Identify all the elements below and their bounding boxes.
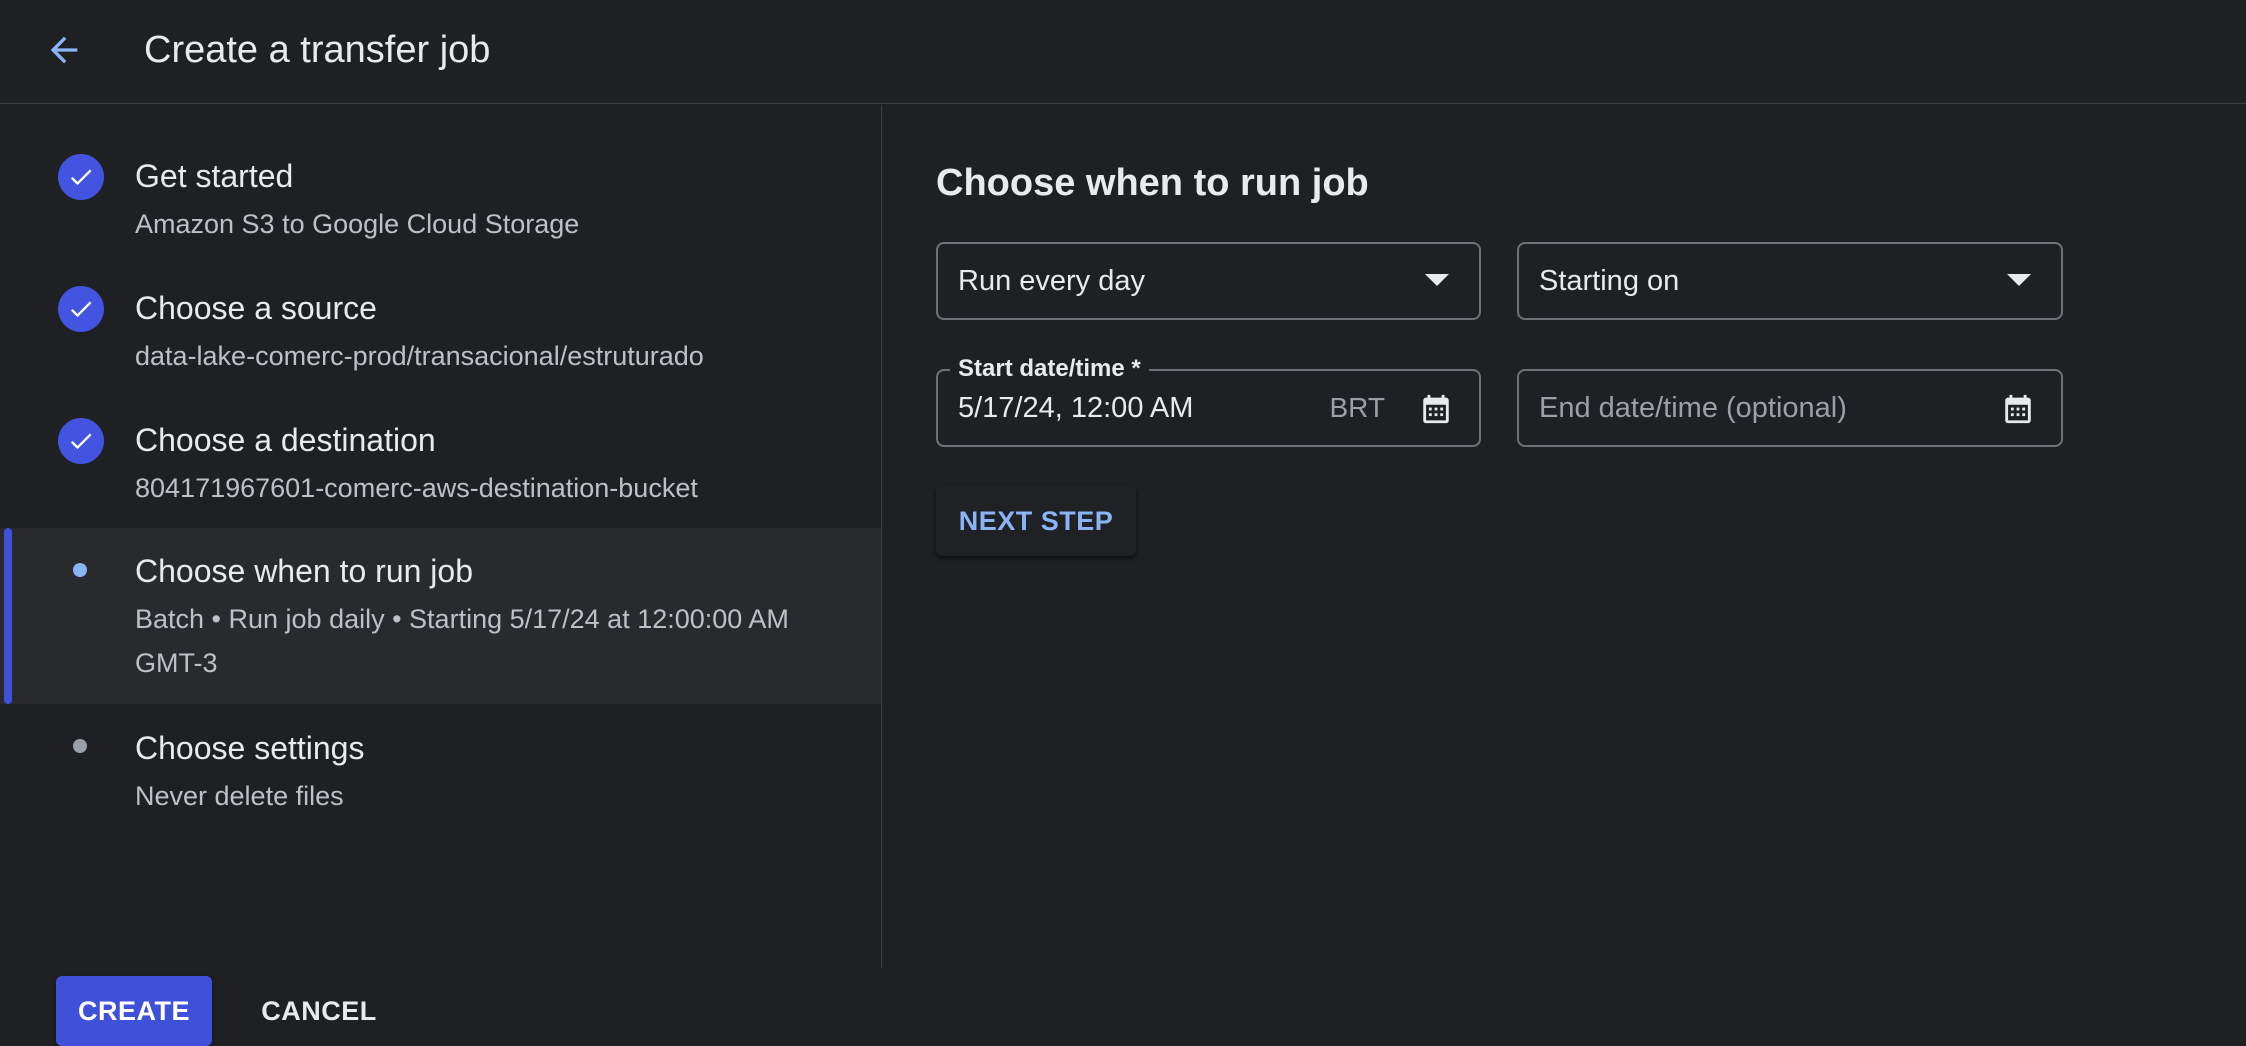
stepper-sidebar: CREATE CANCEL	[0, 105, 882, 1046]
end-datetime-placeholder: End date/time (optional)	[1539, 392, 1847, 424]
frequency-select[interactable]: Run every day	[936, 242, 1481, 320]
section-heading: Choose when to run job	[936, 162, 1369, 204]
step-get-started[interactable]	[0, 145, 881, 265]
step-choose-when[interactable]	[0, 528, 881, 704]
cancel-button[interactable]: CANCEL	[244, 976, 394, 1046]
dropdown-arrow-icon	[2007, 274, 2031, 286]
page-title: Create a transfer job	[144, 29, 491, 71]
timezone-label: BRT	[1329, 392, 1386, 423]
calendar-icon[interactable]	[2001, 392, 2035, 426]
dropdown-arrow-icon	[1425, 274, 1449, 286]
step-choose-source[interactable]	[0, 277, 881, 397]
start-datetime-value: 5/17/24, 12:00 AM	[958, 392, 1194, 424]
frequency-select-value: Run every day	[958, 265, 1145, 297]
start-mode-select[interactable]: Starting on	[1517, 242, 2063, 320]
active-step-indicator	[4, 528, 12, 704]
create-button[interactable]: CREATE	[56, 976, 212, 1046]
back-button[interactable]	[36, 22, 92, 78]
calendar-icon[interactable]	[1419, 392, 1453, 426]
next-step-button[interactable]: NEXT STEP	[936, 486, 1136, 556]
step-choose-settings[interactable]	[0, 704, 881, 824]
start-mode-select-value: Starting on	[1539, 265, 1680, 297]
end-datetime-field[interactable]: End date/time (optional)	[1517, 369, 2063, 447]
step-choose-destination[interactable]	[0, 409, 881, 529]
start-datetime-field[interactable]: Start date/time * 5/17/24, 12:00 AM BRT	[936, 354, 1481, 447]
app-header: Create a transfer job	[0, 0, 2246, 104]
arrow-back-icon	[50, 36, 78, 64]
